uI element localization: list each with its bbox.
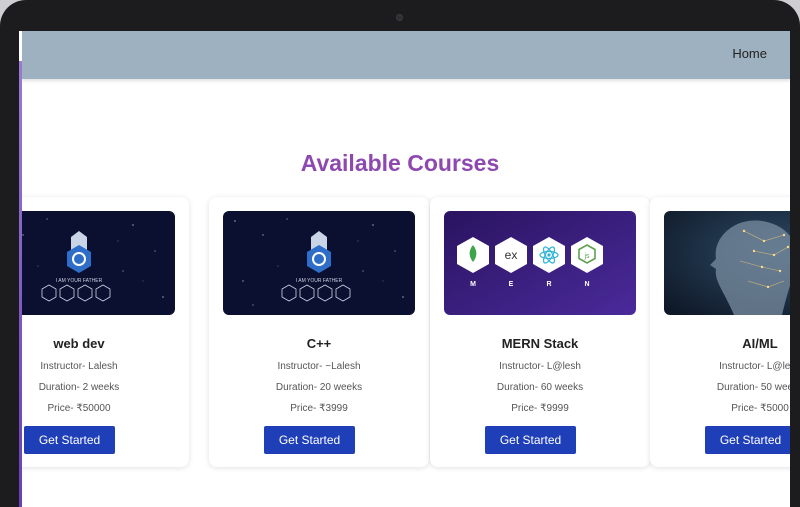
get-started-button[interactable]: Get Started (485, 426, 576, 454)
course-card-cpp: I AM YOUR FATHER C++ Instructor- ~Lalesh… (209, 197, 429, 467)
course-price: Price- ₹50000 (47, 403, 111, 414)
course-card-ai-ml: AI/ML Instructor- L@lesh Duration- 50 we… (650, 197, 790, 467)
course-instructor: Instructor- ~Lalesh (277, 361, 361, 372)
svg-text:M: M (470, 281, 476, 288)
svg-text:N: N (584, 281, 589, 288)
nav-home-link[interactable]: Home (732, 46, 767, 61)
navbar: Home (22, 31, 790, 79)
svg-text:ex: ex (505, 248, 518, 262)
course-duration: Duration- 20 weeks (275, 382, 363, 393)
svg-text:I AM YOUR FATHER: I AM YOUR FATHER (296, 278, 343, 284)
page-title: Available Courses (300, 150, 500, 176)
course-instructor: Instructor- Lalesh (40, 361, 118, 372)
course-image-ai-head (664, 211, 790, 315)
courses-list: I AM YOUR FATHER web dev Instructor- Lal… (22, 197, 790, 469)
course-duration: Duration- 60 weeks (496, 382, 584, 393)
svg-text:js: js (583, 253, 590, 260)
svg-text:R: R (546, 281, 551, 288)
course-price: Price- ₹9999 (511, 403, 569, 414)
course-instructor: Instructor- L@lesh (499, 361, 581, 372)
course-card-web-dev: I AM YOUR FATHER web dev Instructor- Lal… (22, 197, 189, 467)
course-price: Price- ₹3999 (290, 403, 348, 414)
course-image-cpp-logo: I AM YOUR FATHER (22, 211, 175, 315)
browser-viewport: Home Available Courses I AM YOUR FATHER … (22, 31, 790, 507)
course-instructor: Instructor- L@lesh (719, 361, 790, 372)
get-started-button[interactable]: Get Started (264, 426, 355, 454)
get-started-button[interactable]: Get Started (24, 426, 115, 454)
course-card-mern-stack: ex js M E R N MERN Stack Instructor- L@l… (430, 197, 650, 467)
course-duration: Duration- 2 weeks (38, 382, 120, 393)
course-image-mern-logos: ex js M E R N (444, 211, 636, 315)
course-title: MERN Stack (501, 336, 579, 351)
course-image-cpp-logo: I AM YOUR FATHER (223, 211, 415, 315)
course-price: Price- ₹5000 (731, 403, 789, 414)
webcam (396, 14, 403, 21)
get-started-button[interactable]: Get Started (705, 426, 790, 454)
course-title: C++ (306, 336, 332, 351)
course-duration: Duration- 50 weeks (716, 382, 790, 393)
svg-text:I AM YOUR FATHER: I AM YOUR FATHER (56, 278, 103, 284)
svg-text:E: E (509, 281, 514, 288)
course-title: AI/ML (742, 336, 778, 351)
course-title: web dev (53, 336, 105, 351)
